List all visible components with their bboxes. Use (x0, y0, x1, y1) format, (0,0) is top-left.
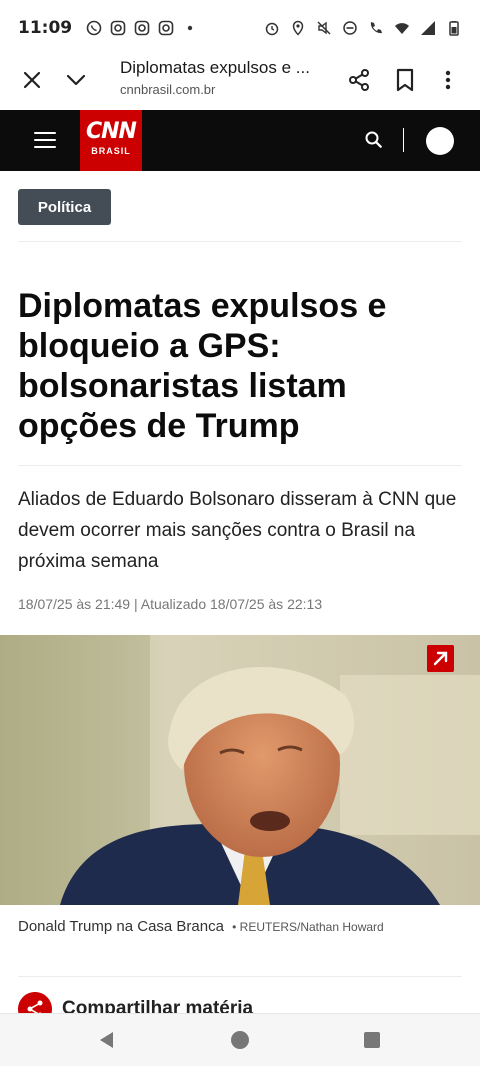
divider (18, 241, 462, 242)
status-bar: 11:09 (0, 0, 480, 56)
cnn-brasil-logo[interactable]: CNN BRASIL (80, 110, 142, 171)
photo-credit: • REUTERS/Nathan Howard (232, 920, 384, 934)
recents-icon[interactable] (363, 1031, 381, 1049)
avatar[interactable] (426, 127, 454, 155)
notification-icons (86, 20, 198, 36)
home-icon[interactable] (230, 1030, 250, 1050)
alarm-icon (265, 22, 279, 36)
battery-icon (449, 21, 459, 36)
page: 11:09 Diplomatas expulsos e ... cnnbrasi… (0, 0, 480, 1066)
article-timestamp: 18/07/25 às 21:49 | Atualizado 18/07/25 … (18, 596, 323, 612)
category-tag[interactable]: Política (18, 189, 111, 225)
share-icon[interactable] (347, 68, 371, 92)
divider (18, 976, 462, 977)
article-headline: Diplomatas expulsos e bloqueio a GPS: bo… (18, 287, 387, 445)
page-title-box[interactable]: Diplomatas expulsos e ... cnnbrasil.com.… (120, 58, 330, 97)
dnd-icon (343, 21, 357, 35)
divider (18, 465, 462, 466)
logo-text: CNN (86, 119, 137, 144)
instagram-icon (158, 20, 174, 36)
caption-text: Donald Trump na Casa Branca (18, 918, 224, 935)
header-divider (403, 128, 404, 152)
photo-caption: Donald Trump na Casa Branca • REUTERS/Na… (18, 918, 384, 935)
page-title: Diplomatas expulsos e ... (120, 58, 310, 77)
site-header: CNN BRASIL (0, 110, 480, 171)
mute-icon (317, 21, 331, 35)
signal-icon (421, 21, 435, 35)
hamburger-menu-icon[interactable] (34, 132, 56, 150)
expand-icon[interactable] (427, 645, 454, 672)
system-nav-bar (0, 1013, 480, 1066)
article-photo[interactable] (0, 635, 480, 905)
photo-illustration (0, 635, 480, 905)
system-icons (264, 20, 462, 36)
browser-bar: Diplomatas expulsos e ... cnnbrasil.com.… (0, 56, 480, 110)
instagram-icon (110, 20, 126, 36)
instagram-icon (134, 20, 150, 36)
wifi-icon (395, 23, 409, 34)
logo-subtext: BRASIL (91, 146, 131, 156)
location-icon (292, 20, 304, 36)
page-url: cnnbrasil.com.br (120, 82, 216, 97)
status-time: 11:09 (18, 18, 73, 38)
bookmark-icon[interactable] (394, 68, 416, 92)
call-icon (370, 22, 382, 34)
close-icon[interactable] (20, 68, 44, 92)
back-icon[interactable] (97, 1030, 117, 1050)
search-icon[interactable] (364, 130, 384, 150)
article-lead: Aliados de Eduardo Bolsonaro disseram à … (18, 489, 457, 572)
chevron-down-icon[interactable] (64, 68, 88, 92)
more-vert-icon[interactable] (440, 68, 456, 92)
dot-icon (187, 25, 193, 31)
whatsapp-icon (86, 20, 102, 36)
